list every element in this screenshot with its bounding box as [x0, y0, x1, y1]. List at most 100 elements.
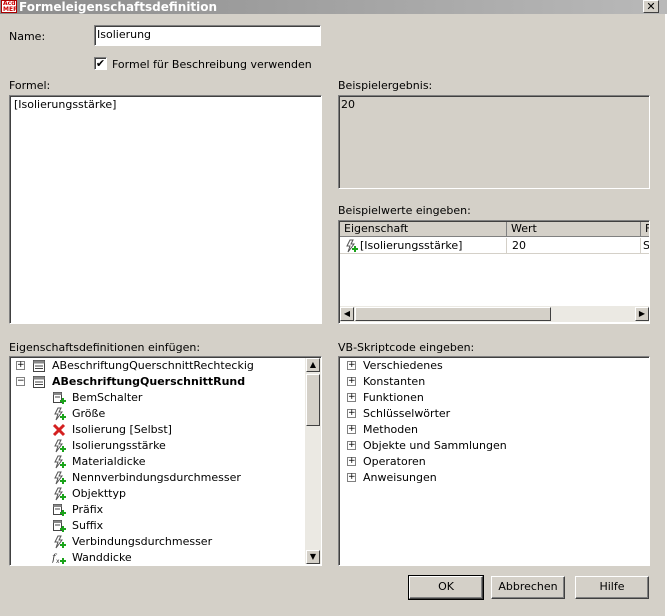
- manual-property-icon: [52, 391, 66, 405]
- formula-property-icon: fx: [52, 551, 66, 565]
- vbscript-tree-item[interactable]: + Objekte und Sammlungen: [339, 438, 647, 454]
- expand-icon[interactable]: +: [347, 361, 356, 370]
- tree-item[interactable]: f x Wanddicke: [10, 550, 304, 565]
- name-label: Name:: [9, 30, 46, 43]
- expand-icon[interactable]: +: [347, 441, 356, 450]
- tree-item-label: Verbindungsdurchmesser: [72, 535, 213, 548]
- checkmark-icon: ✔: [95, 57, 106, 70]
- vbscript-item-label: Operatoren: [363, 455, 426, 468]
- scroll-up-button[interactable]: ▲: [306, 358, 320, 372]
- tree-item[interactable]: − ABeschriftungQuerschnittRund: [10, 374, 304, 390]
- property-definitions-label: Eigenschaftsdefinitionen einfügen:: [9, 341, 201, 354]
- tree-item[interactable]: Größe: [10, 406, 304, 422]
- automatic-property-icon: [52, 407, 66, 421]
- formula-label: Formel:: [9, 79, 51, 92]
- vbscript-tree-item[interactable]: + Funktionen: [339, 390, 647, 406]
- use-for-description-label[interactable]: Formel für Beschreibung verwenden: [112, 58, 312, 71]
- sample-values-grid[interactable]: Eigenschaft Wert F [Isolierungsstärke] 2…: [338, 220, 650, 324]
- expand-icon[interactable]: +: [347, 409, 356, 418]
- column-header-value[interactable]: Wert: [507, 222, 641, 237]
- sample-result-value: 20: [341, 98, 355, 111]
- automatic-property-icon: [52, 439, 66, 453]
- vbscript-item-label: Funktionen: [363, 391, 424, 404]
- tree-item-label: Wanddicke: [72, 551, 132, 564]
- vbscript-item-label: Schlüsselwörter: [363, 407, 451, 420]
- expand-icon[interactable]: +: [347, 377, 356, 386]
- scroll-down-button[interactable]: ▼: [306, 550, 320, 564]
- tree-item[interactable]: Objekttyp: [10, 486, 304, 502]
- manual-property-icon: [52, 503, 66, 517]
- property-set-icon: [32, 375, 46, 389]
- sample-result-box: 20: [338, 95, 650, 189]
- table-row-value[interactable]: 20: [507, 238, 641, 254]
- automatic-property-icon: [52, 471, 66, 485]
- expand-icon[interactable]: +: [347, 457, 356, 466]
- error-x-icon: [52, 423, 66, 437]
- tree-item[interactable]: Verbindungsdurchmesser: [10, 534, 304, 550]
- vbscript-tree-item[interactable]: + Methoden: [339, 422, 647, 438]
- cancel-button[interactable]: Abbrechen: [491, 576, 565, 599]
- tree-item-label: Größe: [72, 407, 106, 420]
- tree-item[interactable]: Präfix: [10, 502, 304, 518]
- scroll-left-button[interactable]: ◀: [340, 307, 354, 321]
- window-title: Formeleigenschaftsdefinition: [19, 0, 218, 14]
- horizontal-scrollbar[interactable]: ◀ ▶: [340, 306, 649, 322]
- automatic-property-icon: [52, 455, 66, 469]
- property-set-icon: [32, 359, 46, 373]
- scroll-right-button[interactable]: ▶: [635, 307, 649, 321]
- vbscript-label: VB-Skriptcode eingeben:: [338, 341, 475, 354]
- expand-icon[interactable]: +: [16, 361, 25, 370]
- scroll-thumb[interactable]: [306, 374, 320, 426]
- use-for-description-checkbox[interactable]: ✔: [94, 57, 107, 70]
- tree-item[interactable]: Nennverbindungsdurchmesser: [10, 470, 304, 486]
- tree-item-label: Präfix: [72, 503, 104, 516]
- tree-item-label: ABeschriftungQuerschnittRund: [52, 375, 246, 388]
- column-header-extra[interactable]: F: [641, 222, 649, 237]
- title-bar: Acd MEP Formeleigenschaftsdefinition ✕: [0, 0, 667, 14]
- expand-icon[interactable]: +: [347, 425, 356, 434]
- name-value: Isolierung: [97, 28, 152, 41]
- vertical-scrollbar[interactable]: ▲ ▼: [305, 358, 321, 564]
- tree-item[interactable]: Isolierung [Selbst]: [10, 422, 304, 438]
- formula-property-icon: [344, 239, 358, 253]
- vbscript-tree-item[interactable]: + Schlüsselwörter: [339, 406, 647, 422]
- vbscript-item-label: Anweisungen: [363, 471, 437, 484]
- expand-icon[interactable]: +: [347, 393, 356, 402]
- tree-item[interactable]: Suffix: [10, 518, 304, 534]
- tree-item[interactable]: Isolierungsstärke: [10, 438, 304, 454]
- tree-item[interactable]: + ABeschriftungQuerschnittRechteckig: [10, 358, 304, 374]
- app-icon: Acd MEP: [1, 0, 17, 13]
- expand-icon[interactable]: +: [347, 473, 356, 482]
- formula-editor[interactable]: [Isolierungsstärke]: [9, 95, 322, 324]
- svg-text:x: x: [56, 558, 60, 565]
- tree-item[interactable]: Materialdicke: [10, 454, 304, 470]
- help-button[interactable]: Hilfe: [575, 576, 649, 599]
- formula-text: [Isolierungsstärke]: [14, 98, 117, 111]
- close-button[interactable]: ✕: [643, 0, 659, 13]
- sample-values-label: Beispielwerte eingeben:: [338, 204, 471, 217]
- column-header-property[interactable]: Eigenschaft: [340, 222, 507, 237]
- tree-item-label: BemSchalter: [72, 391, 143, 404]
- tree-item-label: Materialdicke: [72, 455, 146, 468]
- vbscript-item-label: Methoden: [363, 423, 418, 436]
- vbscript-item-label: Konstanten: [363, 375, 426, 388]
- tree-item-label: Isolierungsstärke: [72, 439, 166, 452]
- table-row-property[interactable]: [Isolierungsstärke]: [340, 238, 507, 254]
- property-definitions-tree[interactable]: + ABeschriftungQuerschnittRechteckig − ABes…: [9, 356, 322, 566]
- scroll-thumb[interactable]: [355, 307, 551, 321]
- vbscript-tree-item[interactable]: + Anweisungen: [339, 470, 647, 486]
- vbscript-tree[interactable]: + Verschiedenes + Konstanten + Funktionen + Sch…: [338, 356, 650, 566]
- vbscript-tree-item[interactable]: + Verschiedenes: [339, 358, 647, 374]
- tree-item-label: Objekttyp: [72, 487, 126, 500]
- automatic-property-icon: [52, 535, 66, 549]
- name-input[interactable]: Isolierung: [94, 25, 321, 46]
- vbscript-tree-item[interactable]: + Operatoren: [339, 454, 647, 470]
- table-row-extra[interactable]: S: [641, 238, 649, 254]
- row-property-text: [Isolierungsstärke]: [360, 239, 463, 252]
- vbscript-tree-item[interactable]: + Konstanten: [339, 374, 647, 390]
- manual-property-icon: [52, 519, 66, 533]
- ok-button[interactable]: OK: [408, 575, 484, 600]
- collapse-icon[interactable]: −: [16, 377, 25, 386]
- tree-item[interactable]: BemSchalter: [10, 390, 304, 406]
- sample-result-label: Beispielergebnis:: [338, 79, 433, 92]
